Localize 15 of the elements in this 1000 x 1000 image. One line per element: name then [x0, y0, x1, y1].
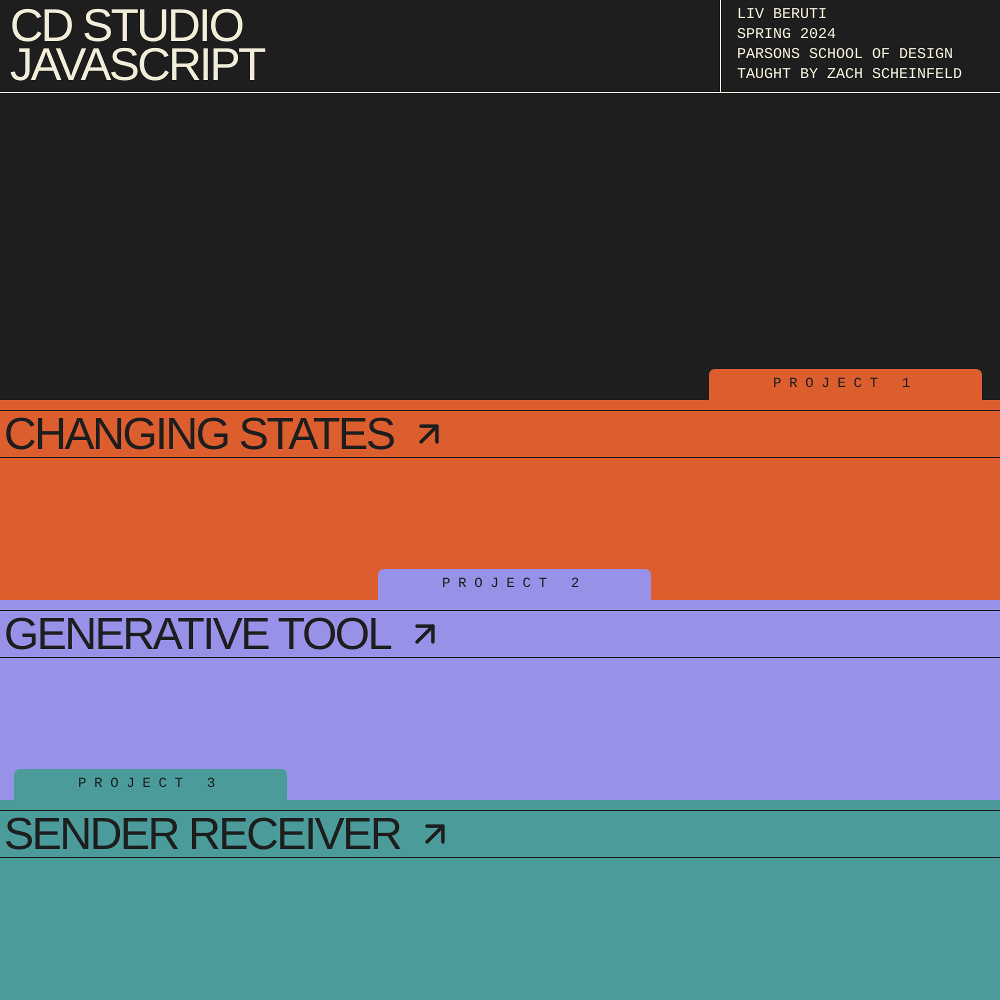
project-link[interactable]: GENERATIVE TOOL [4, 611, 444, 657]
project-link[interactable]: SENDER RECEIVER [4, 811, 454, 857]
info-line: SPRING 2024 [737, 25, 836, 45]
folder-tab[interactable]: PROJECT 2 [378, 569, 651, 600]
folder-tab[interactable]: PROJECT 3 [14, 769, 287, 800]
site-title: JAVASCRIPT [10, 45, 264, 84]
tab-label: PROJECT 1 [773, 375, 918, 394]
info-line: TAUGHT BY ZACH SCHEINFELD [737, 65, 962, 85]
site-title: CD STUDIO [10, 6, 242, 45]
info-line: LIV BERUTI [737, 5, 828, 25]
project-link[interactable]: CHANGING STATES [4, 411, 448, 457]
tab-label: PROJECT 3 [78, 775, 223, 794]
tab-label: PROJECT 2 [442, 575, 587, 594]
info-line: PARSONS SCHOOL OF DESIGN [737, 45, 954, 65]
folder-tab[interactable]: PROJECT 1 [709, 369, 982, 400]
